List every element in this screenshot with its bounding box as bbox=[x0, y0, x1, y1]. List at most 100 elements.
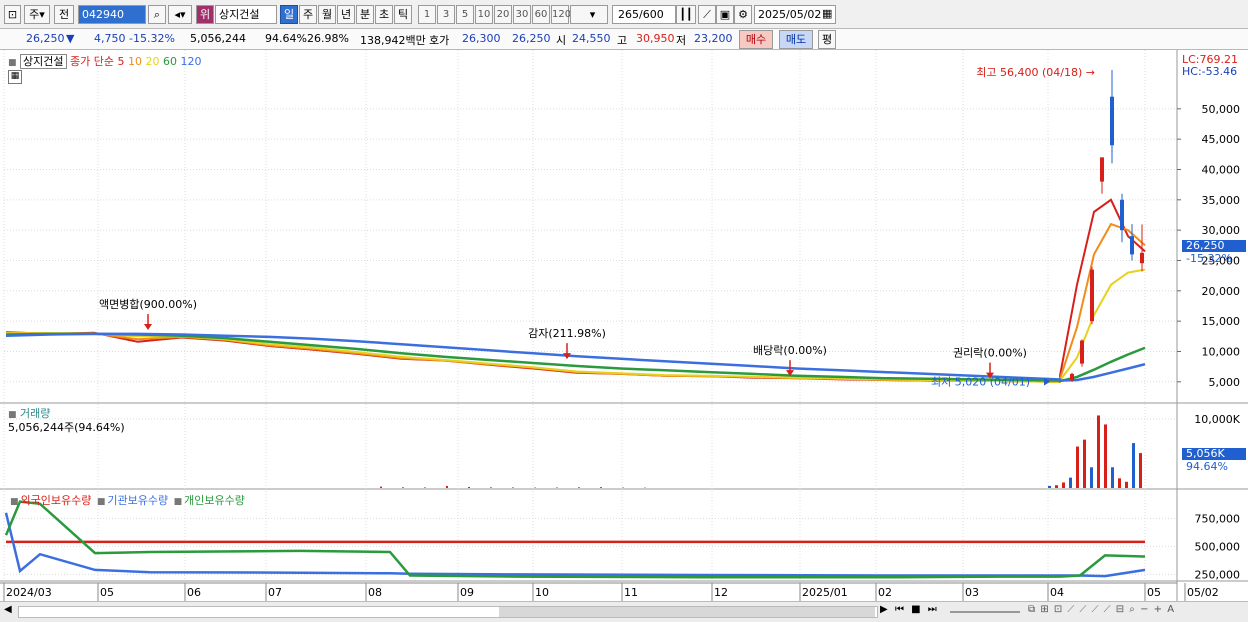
volume-bar bbox=[1055, 485, 1058, 488]
sell-button[interactable]: 매도 bbox=[779, 30, 813, 49]
prev-button[interactable]: 전 bbox=[54, 5, 74, 24]
stock-name-field[interactable]: 상지건설 bbox=[215, 5, 277, 24]
volume-bar bbox=[1132, 443, 1135, 488]
y-tick-label: 250,000 bbox=[1195, 568, 1241, 581]
open-label: 시 bbox=[556, 32, 566, 48]
change-value: 4,750 bbox=[94, 32, 126, 45]
candle-type-icon[interactable]: ┃┃ bbox=[676, 5, 696, 24]
scroll-left-icon[interactable]: ◀ bbox=[4, 604, 12, 615]
period-button[interactable]: 분 bbox=[356, 5, 374, 24]
legend-entry: 10 bbox=[124, 55, 142, 68]
period-button[interactable]: 초 bbox=[375, 5, 393, 24]
volume-bar bbox=[1104, 424, 1107, 488]
volume-bar bbox=[1125, 482, 1128, 488]
minute-button[interactable]: 30 bbox=[513, 5, 531, 24]
period-button[interactable]: 월 bbox=[318, 5, 336, 24]
volume-bar bbox=[1118, 478, 1121, 488]
minute-button[interactable]: 60 bbox=[532, 5, 550, 24]
volume-pct-tag: 94.64% bbox=[1186, 460, 1228, 473]
event-label: 권리락(0.00%) bbox=[953, 347, 1027, 360]
x-tick-label: 09 bbox=[460, 586, 474, 599]
volume-bar bbox=[1076, 447, 1079, 488]
scroll-right-icon[interactable]: ▶ bbox=[880, 604, 888, 615]
minute-button[interactable]: 1 bbox=[418, 5, 436, 24]
volume-subtitle: 5,056,244주(94.64%) bbox=[8, 419, 125, 435]
change-pct: -15.32% bbox=[129, 32, 175, 45]
legend-entry: 종가 단순 5 bbox=[70, 55, 124, 68]
buy-button[interactable]: 매수 bbox=[739, 30, 773, 49]
market-select[interactable]: 주▾ bbox=[24, 5, 50, 24]
candle bbox=[1110, 97, 1114, 146]
playback-controls-icon[interactable]: ⏮ ■ ⏭ bbox=[895, 604, 939, 615]
scroll-thumb[interactable] bbox=[499, 607, 875, 617]
volume-bar bbox=[1048, 486, 1051, 488]
low-value: 23,200 bbox=[694, 32, 733, 45]
bid-value: 26,250 bbox=[512, 32, 551, 45]
interval-select[interactable]: ▾ bbox=[570, 5, 608, 24]
panel-bullet-icon: ■ bbox=[10, 497, 19, 507]
minute-button[interactable]: 5 bbox=[456, 5, 474, 24]
period-button[interactable]: 일 bbox=[280, 5, 298, 24]
candle bbox=[1120, 200, 1124, 230]
count-field[interactable]: 265/600 bbox=[612, 5, 676, 24]
zoom-slider[interactable] bbox=[950, 611, 1020, 613]
x-tick-label: 12 bbox=[714, 586, 728, 599]
save-icon[interactable]: ▣ bbox=[716, 5, 734, 24]
bottom-toolbar: ◀ ▶ ⏮ ■ ⏭ ⧉ ⊞ ⊡ ⟋ ⟋ ⟋ ⟋ ⊟ ⌕ − + A bbox=[0, 601, 1248, 622]
volume-bar bbox=[1083, 440, 1086, 488]
volume-bar bbox=[578, 487, 580, 488]
drawing-tools-icon[interactable]: ⧉ ⊞ ⊡ ⟋ ⟋ ⟋ ⟋ ⊟ ⌕ − + A bbox=[1028, 604, 1175, 615]
y-tick-label: 35,000 bbox=[1202, 194, 1241, 207]
calendar-icon[interactable]: ▦ bbox=[822, 7, 832, 20]
event-label: 감자(211.98%) bbox=[528, 327, 606, 340]
high-value: 30,950 bbox=[636, 32, 675, 45]
holding-legend: ■외국인보유수량 ■기관보유수량 ■개인보유수량 bbox=[8, 492, 245, 508]
gear-icon[interactable]: ⚙ bbox=[734, 5, 752, 24]
volume-bar bbox=[1097, 415, 1100, 488]
candle bbox=[1130, 236, 1134, 254]
minute-button[interactable]: 10 bbox=[475, 5, 493, 24]
legend-entry: 기관보유수량 bbox=[107, 494, 171, 507]
category-badge[interactable]: 위 bbox=[196, 5, 214, 24]
volume-bar bbox=[1090, 467, 1093, 488]
scroll-track[interactable] bbox=[18, 606, 878, 618]
x-tick-label: 11 bbox=[624, 586, 638, 599]
stock-code-input[interactable]: 042940 bbox=[78, 5, 146, 24]
event-label: 배당락(0.00%) bbox=[753, 344, 827, 357]
window-menu-icon[interactable]: ⊡ bbox=[4, 5, 21, 24]
candle bbox=[1090, 270, 1094, 322]
chart-canvas[interactable]: 5,00010,00015,00020,00025,00030,00035,00… bbox=[0, 50, 1248, 621]
speaker-icon[interactable]: ◂▾ bbox=[168, 5, 192, 24]
draw-tool-icon[interactable]: ⟋ bbox=[698, 5, 716, 24]
panel-bullet-icon: ■ bbox=[8, 58, 17, 68]
x-tick-label: 06 bbox=[187, 586, 201, 599]
period-button[interactable]: 주 bbox=[299, 5, 317, 24]
period-button[interactable]: 년 bbox=[337, 5, 355, 24]
panel-bullet-icon: ■ bbox=[97, 497, 106, 507]
legend-entry: 120 bbox=[177, 55, 202, 68]
eval-button[interactable]: 평 bbox=[818, 30, 836, 49]
x-tick-label: 10 bbox=[535, 586, 549, 599]
minute-button[interactable]: 120 bbox=[551, 5, 569, 24]
y-tick-label: 20,000 bbox=[1202, 285, 1241, 298]
legend-entry: 60 bbox=[159, 55, 177, 68]
minute-button[interactable]: 3 bbox=[437, 5, 455, 24]
x-tick-label: 2025/01 bbox=[802, 586, 848, 599]
x-tick-label: 05 bbox=[1147, 586, 1161, 599]
price-legend: ■ 상지건설 종가 단순 5 10 20 60 120 bbox=[8, 53, 201, 69]
volume-bar bbox=[468, 487, 470, 488]
search-icon[interactable]: ⌕ bbox=[148, 5, 166, 24]
count-total: /600 bbox=[639, 8, 664, 21]
table-icon[interactable]: ▦ bbox=[8, 70, 22, 84]
legend-entry: 외국인보유수량 bbox=[21, 494, 95, 507]
volume-tag: 5,056K bbox=[1182, 448, 1246, 460]
minute-button[interactable]: 20 bbox=[494, 5, 512, 24]
quote-bar: 26,250 ▼ 4,750 -15.32% 5,056,244 94.64% … bbox=[0, 29, 1248, 50]
y-tick-label: 50,000 bbox=[1202, 103, 1241, 116]
ma-legend: 종가 단순 5 10 20 60 120 bbox=[70, 55, 201, 68]
y-tick-label: 5,000 bbox=[1209, 376, 1241, 389]
x-tick-label: 2024/03 bbox=[6, 586, 52, 599]
period-button[interactable]: 틱 bbox=[394, 5, 412, 24]
volume-bar bbox=[424, 487, 426, 488]
price-panel-title[interactable]: 상지건설 bbox=[20, 54, 66, 69]
